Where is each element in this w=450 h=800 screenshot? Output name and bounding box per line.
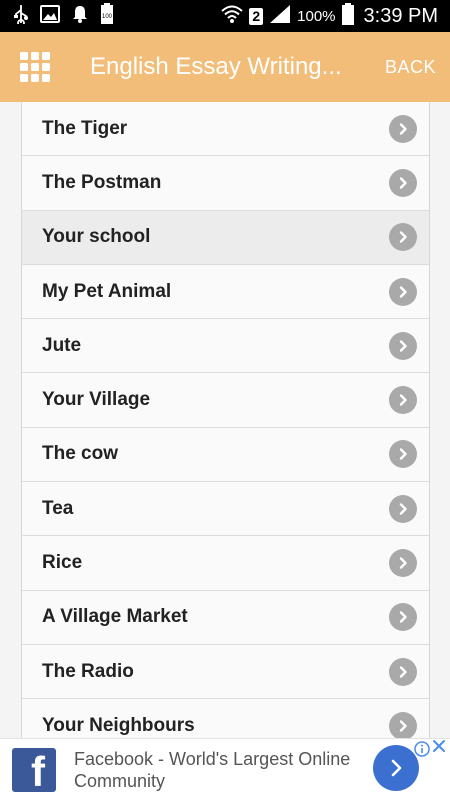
info-icon[interactable] [414, 741, 430, 762]
list-item-label: Jute [42, 334, 82, 356]
signal-icon [269, 4, 291, 29]
chevron-right-circle-icon [389, 168, 417, 197]
list-item[interactable]: Jute [22, 319, 429, 374]
list-item[interactable]: The Radio [22, 644, 429, 700]
chevron-right-circle-icon [389, 386, 417, 415]
list-item-label: My Pet Animal [42, 280, 172, 302]
battery-full-icon: 100 [100, 2, 114, 30]
list-item[interactable]: My Pet Animal [22, 264, 429, 320]
grid-menu-icon[interactable] [20, 52, 50, 82]
facebook-logo-icon: f [12, 747, 56, 792]
list-item[interactable]: A Village Market [22, 590, 429, 645]
chevron-right-circle-icon [389, 114, 417, 143]
list-item[interactable]: Your Village [22, 373, 429, 428]
list-item[interactable]: The cow [22, 427, 429, 483]
list-item-label: Rice [42, 552, 83, 574]
wifi-icon [221, 5, 244, 28]
battery-badge-text: 100 [102, 14, 113, 20]
usb-icon [14, 4, 28, 29]
status-bar: 100 2 100% 3:39 PM [0, 0, 450, 32]
sim-slot-badge: 2 [249, 7, 264, 25]
list-item[interactable]: Tea [22, 482, 429, 537]
list-item-label: The cow [42, 443, 119, 465]
list-item-label: The Radio [42, 660, 134, 682]
chevron-right-circle-icon [389, 603, 417, 632]
essay-list: The Tiger The Postman Your school My Pet An… [21, 102, 430, 738]
chevron-right-circle-icon [389, 711, 417, 738]
battery-percentage: 100% [297, 7, 336, 25]
chevron-right-circle-icon [389, 549, 417, 578]
list-item[interactable]: The Postman [22, 156, 429, 211]
list-item-label: Your school [42, 226, 151, 248]
list-item-label: Tea [42, 497, 74, 519]
list-item[interactable]: The Tiger [22, 102, 429, 157]
back-button[interactable]: BACK [385, 57, 436, 78]
chevron-right-circle-icon [389, 277, 417, 306]
list-item[interactable]: Rice [22, 536, 429, 591]
ad-text: Facebook - World's Largest Online Commun… [74, 748, 351, 791]
chevron-right-circle-icon [389, 657, 417, 686]
chevron-right-circle-icon [389, 440, 417, 469]
close-icon[interactable] [432, 739, 446, 758]
chevron-right-circle-icon [389, 494, 417, 523]
list-item-label: The Tiger [42, 117, 128, 139]
ad-open-button[interactable] [373, 745, 419, 791]
app-title: English Essay Writing... [90, 53, 342, 80]
battery-icon [341, 2, 354, 30]
status-left-icons: 100 [14, 2, 114, 30]
list-item[interactable]: Your school [22, 210, 429, 265]
list-item-label: Your Neighbours [42, 714, 195, 736]
image-icon [40, 4, 60, 28]
list-item-label: A Village Market [42, 606, 188, 628]
list-item-label: Your Village [42, 389, 151, 411]
chevron-right-icon [391, 759, 402, 777]
list-item-label: The Postman [42, 171, 162, 193]
app-bar: English Essay Writing... BACK [0, 32, 450, 102]
notification-bell-icon [72, 5, 88, 28]
chevron-right-circle-icon [389, 331, 417, 360]
chevron-right-circle-icon [389, 223, 417, 252]
status-right-icons: 2 100% 3:39 PM [221, 2, 438, 30]
list-item[interactable]: Your Neighbours [22, 699, 429, 738]
clock: 3:39 PM [363, 4, 438, 27]
